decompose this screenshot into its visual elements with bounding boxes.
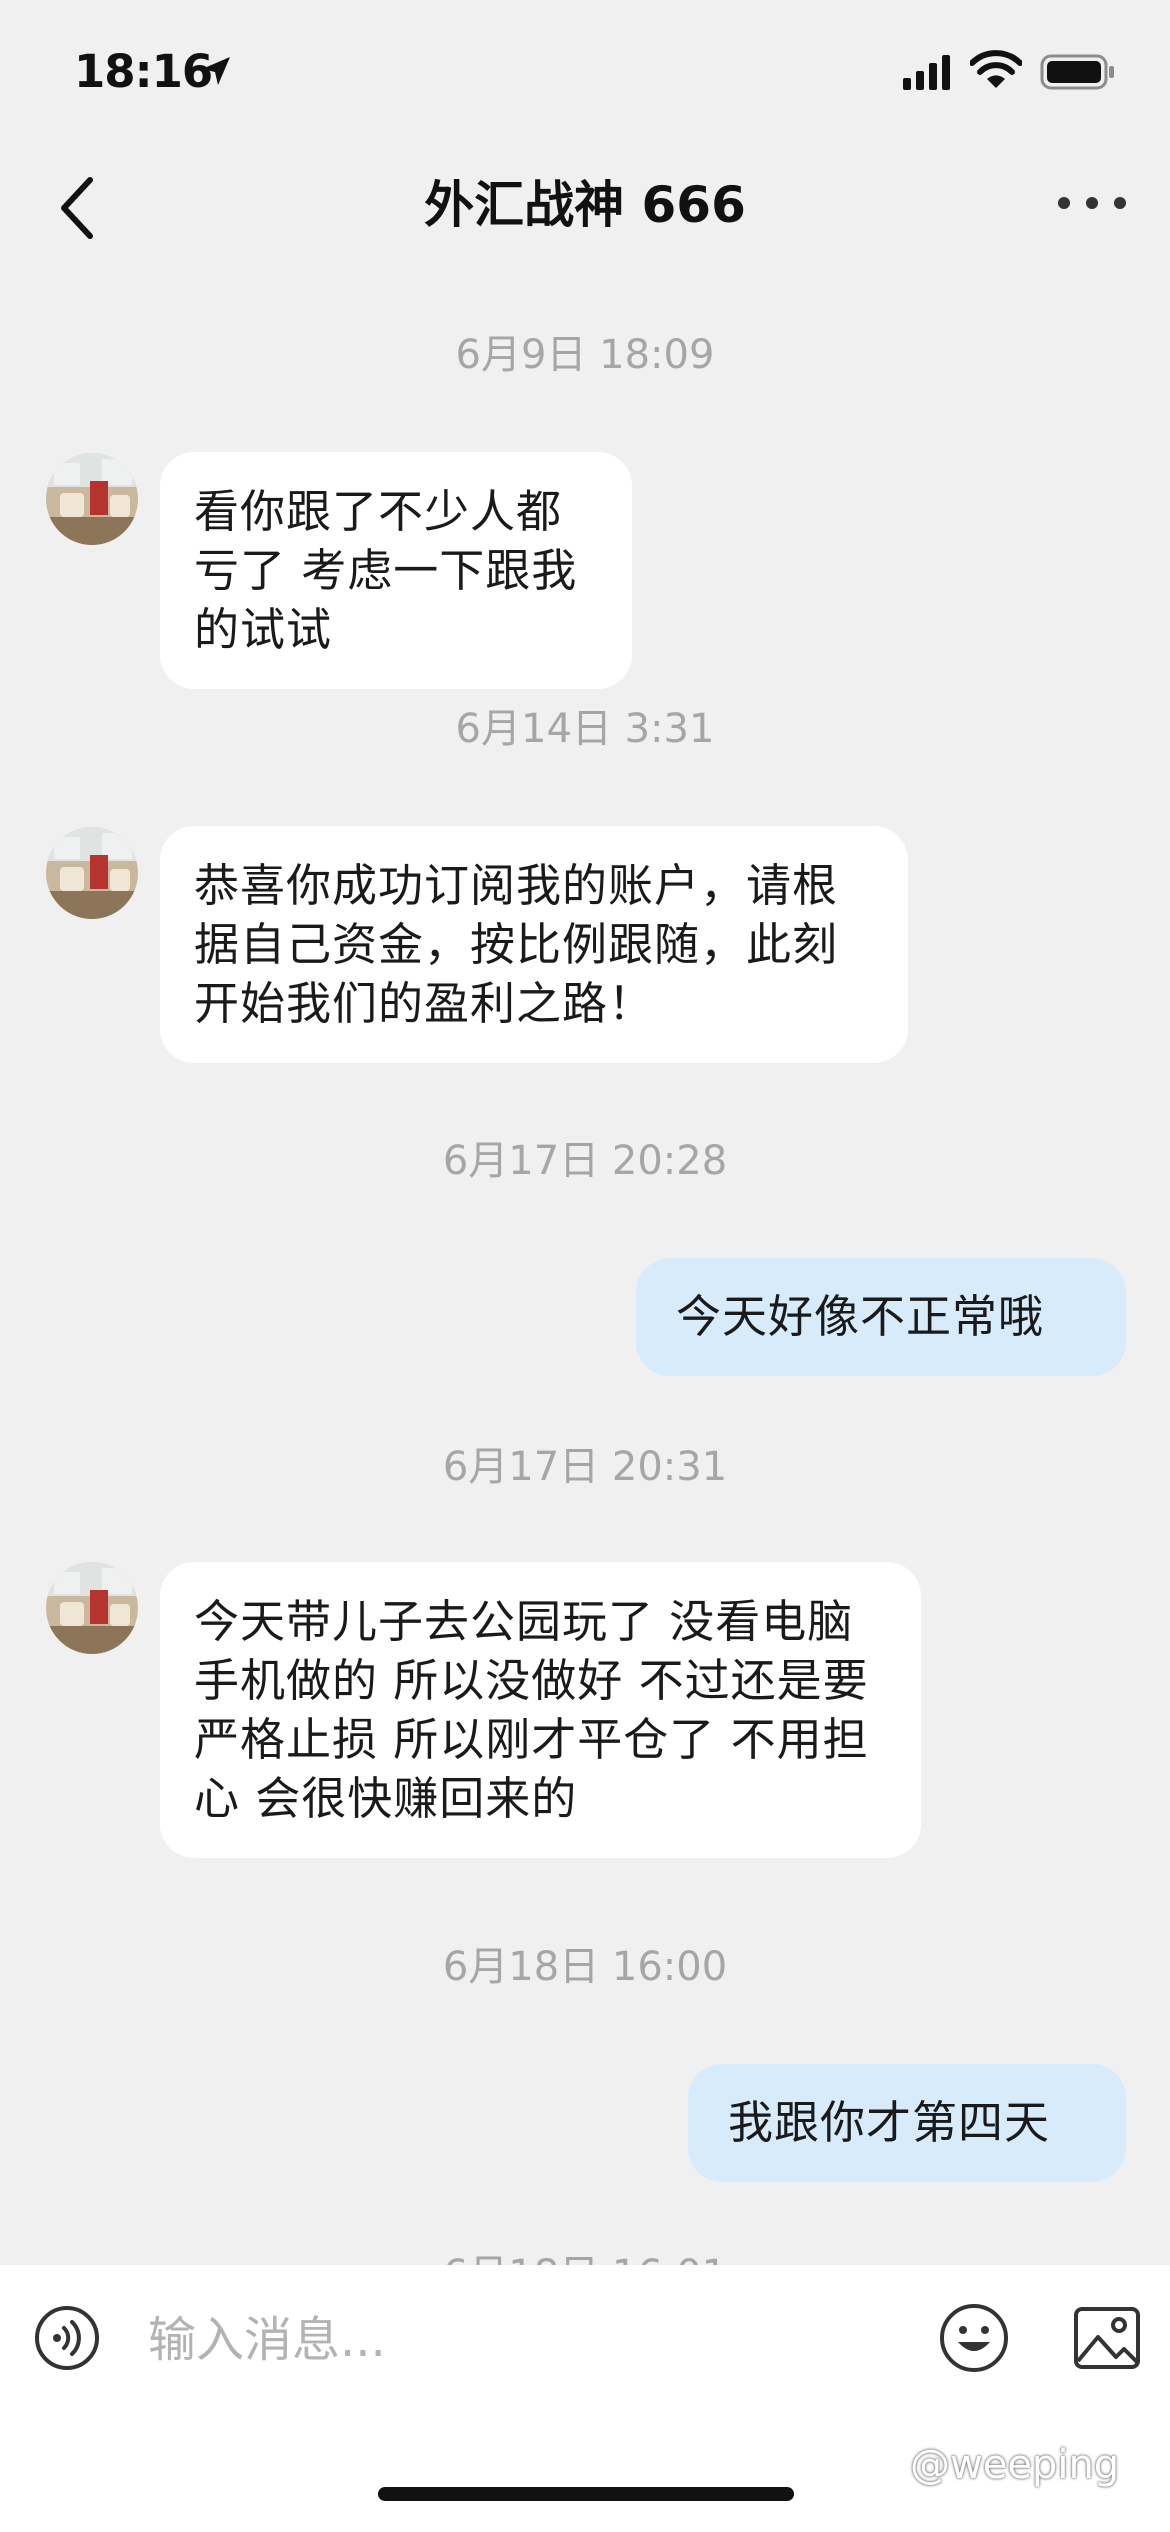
message-timestamp: 6月18日 16:00 <box>442 1944 728 1990</box>
more-dots-icon <box>1058 197 1126 209</box>
voice-icon <box>35 2306 99 2370</box>
image-icon <box>1074 2307 1140 2369</box>
avatar[interactable] <box>46 1562 138 1654</box>
location-arrow-icon <box>202 57 230 85</box>
message-timestamp: 6月9日 18:09 <box>455 332 715 378</box>
voice-button[interactable] <box>34 2305 100 2371</box>
message-bubble-incoming[interactable]: 看你跟了不少人都亏了 考虑一下跟我的试试 <box>160 452 632 689</box>
emoji-icon <box>940 2304 1008 2372</box>
message-timestamp: 6月14日 3:31 <box>455 706 715 752</box>
chevron-left-icon <box>61 177 93 239</box>
watermark: @weeping <box>910 2442 1120 2488</box>
cellular-signal-icon <box>903 55 950 90</box>
nav-bar: 外汇战神 666 <box>0 140 1170 270</box>
message-timestamp: 6月17日 20:28 <box>442 1138 728 1184</box>
page-title: 外汇战神 666 <box>424 176 746 234</box>
image-button[interactable] <box>1072 2303 1142 2373</box>
message-input[interactable] <box>148 2303 908 2377</box>
more-button[interactable] <box>1048 170 1138 240</box>
message-bubble-outgoing[interactable]: 我跟你才第四天 <box>688 2064 1126 2182</box>
avatar-image <box>46 453 138 545</box>
avatar-image <box>46 827 138 919</box>
wifi-icon <box>970 50 1022 88</box>
message-bubble-incoming[interactable]: 今天带儿子去公园玩了 没看电脑 手机做的 所以没做好 不过还是要严格止损 所以刚… <box>160 1562 921 1858</box>
avatar-image <box>46 1562 138 1654</box>
back-button[interactable] <box>42 168 122 248</box>
message-timestamp: 6月18日 16:01 <box>0 2250 1170 2265</box>
status-time: 18:16 <box>74 45 213 98</box>
message-timestamp: 6月17日 20:31 <box>442 1444 728 1490</box>
chat-area[interactable]: 6月9日 18:09 看你跟了不少人都亏了 考虑一下跟我的试试 6月14日 3:… <box>0 270 1170 2265</box>
home-indicator[interactable] <box>378 2487 794 2501</box>
message-bubble-incoming[interactable]: 恭喜你成功订阅我的账户，请根据自己资金，按比例跟随，此刻开始我们的盈利之路！ <box>160 826 908 1063</box>
emoji-button[interactable] <box>938 2302 1010 2374</box>
status-bar: 18:16 <box>0 0 1170 140</box>
message-bubble-outgoing[interactable]: 今天好像不正常哦 <box>636 1258 1126 1376</box>
avatar[interactable] <box>46 827 138 919</box>
battery-icon <box>1040 54 1114 90</box>
avatar[interactable] <box>46 453 138 545</box>
